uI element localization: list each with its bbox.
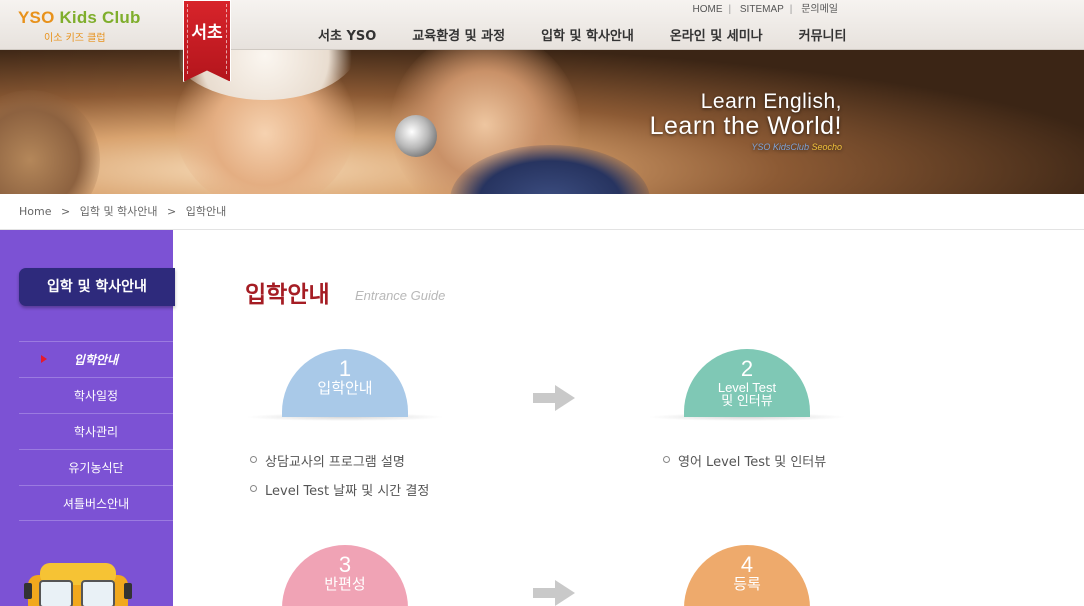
banner-photo-bear <box>0 90 100 194</box>
breadcrumb: Home > 입학 및 학사안내 > 입학안내 <box>19 203 232 219</box>
breadcrumb-admission[interactable]: 입학 및 학사안내 <box>80 205 158 218</box>
sidebar-item-shuttle-bus[interactable]: 셔틀버스안내 <box>19 485 173 521</box>
step-2-badge: 2 Level Test 및 인터뷰 <box>684 349 810 417</box>
site-header: YSO Kids Club 이소 키즈 클럽 HOME | SITEMAP | 문의… <box>0 0 1084 50</box>
sidebar-item-admission-guide[interactable]: 입학안내 <box>19 341 173 377</box>
logo-subtext: 이소 키즈 클럽 <box>44 33 106 44</box>
nav-item-community[interactable]: 커뮤니티 <box>781 25 865 44</box>
sidebar-item-organic-meals[interactable]: 유기농식단 <box>19 449 173 485</box>
sidebar-title: 입학 및 학사안내 <box>19 268 175 306</box>
sitemap-link[interactable]: SITEMAP <box>734 4 790 15</box>
step-3-badge: 3 반편성 <box>282 545 408 606</box>
branch-ribbon: 서초 <box>183 0 231 82</box>
step-3-number: 3 <box>338 552 352 577</box>
logo-text: YSO Kids Club <box>18 8 141 27</box>
tagline-line2: Learn the World! <box>649 112 842 140</box>
nav-item-environment[interactable]: 교육환경 및 과정 <box>394 25 523 44</box>
step-1-label: 입학안내 <box>317 380 373 397</box>
nav-item-seocho-yso[interactable]: 서초 YSO <box>300 25 394 44</box>
breadcrumb-separator: > <box>60 205 71 218</box>
site-logo[interactable]: YSO Kids Club 이소 키즈 클럽 <box>18 8 141 44</box>
school-bus-icon <box>24 563 132 606</box>
step-2-number: 2 <box>740 356 754 381</box>
step-3-label: 반편성 <box>324 576 366 593</box>
sidebar-item-academic-management[interactable]: 학사관리 <box>19 413 173 449</box>
list-item: 상담교사의 프로그램 설명 <box>247 451 429 480</box>
step-1: 1 입학안내 <box>245 349 445 421</box>
step-2: 2 Level Test 및 인터뷰 <box>647 349 847 421</box>
step-3: 3 반편성 <box>245 545 445 606</box>
nav-item-online-seminar[interactable]: 온라인 및 세미나 <box>652 25 781 44</box>
list-item: 영어 Level Test 및 인터뷰 <box>660 451 826 480</box>
step-1-number: 1 <box>338 356 352 381</box>
utility-links: HOME | SITEMAP | 문의메일 <box>687 0 845 15</box>
step-4: 4 등록 <box>647 545 847 606</box>
sidebar-item-schedule[interactable]: 학사일정 <box>19 377 173 413</box>
hero-banner: Learn English, Learn the World! YSO Kids… <box>0 50 1084 194</box>
nav-item-admission[interactable]: 입학 및 학사안내 <box>523 25 652 44</box>
banner-photo-microphone <box>395 115 437 157</box>
step-2-details: 영어 Level Test 및 인터뷰 <box>660 451 826 480</box>
step-4-badge: 4 등록 <box>684 545 810 606</box>
page-title: 입학안내 <box>245 282 330 308</box>
list-item: Level Test 날짜 및 시간 결정 <box>247 480 429 509</box>
main-nav: 서초 YSO 교육환경 및 과정 입학 및 학사안내 온라인 및 세미나 커뮤니… <box>300 25 864 44</box>
breadcrumb-home[interactable]: Home <box>19 205 51 218</box>
tagline-brand: YSO KidsClub Seocho <box>751 142 842 152</box>
home-link[interactable]: HOME <box>687 4 729 15</box>
page-subtitle: Entrance Guide <box>355 288 446 303</box>
contact-mail-link[interactable]: 문의메일 <box>795 4 844 15</box>
step-4-label: 등록 <box>733 576 761 593</box>
arrow-right-icon <box>533 385 575 411</box>
breadcrumb-separator: > <box>167 205 177 218</box>
tagline-line1: Learn English, <box>700 90 842 113</box>
sidebar-menu: 입학안내 학사일정 학사관리 유기농식단 셔틀버스안내 <box>19 341 173 521</box>
banner-tagline: Learn English, Learn the World! YSO Kids… <box>650 90 842 152</box>
breadcrumb-current: 입학안내 <box>185 205 227 218</box>
step-1-badge: 1 입학안내 <box>282 349 408 417</box>
arrow-right-icon <box>533 580 575 606</box>
sidebar: 입학 및 학사안내 입학안내 학사일정 학사관리 유기농식단 셔틀버스안내 <box>0 230 175 606</box>
step-2-label-line2: 및 인터뷰 <box>721 393 773 408</box>
step-4-number: 4 <box>740 552 754 577</box>
step-1-details: 상담교사의 프로그램 설명 Level Test 날짜 및 시간 결정 <box>247 451 429 509</box>
